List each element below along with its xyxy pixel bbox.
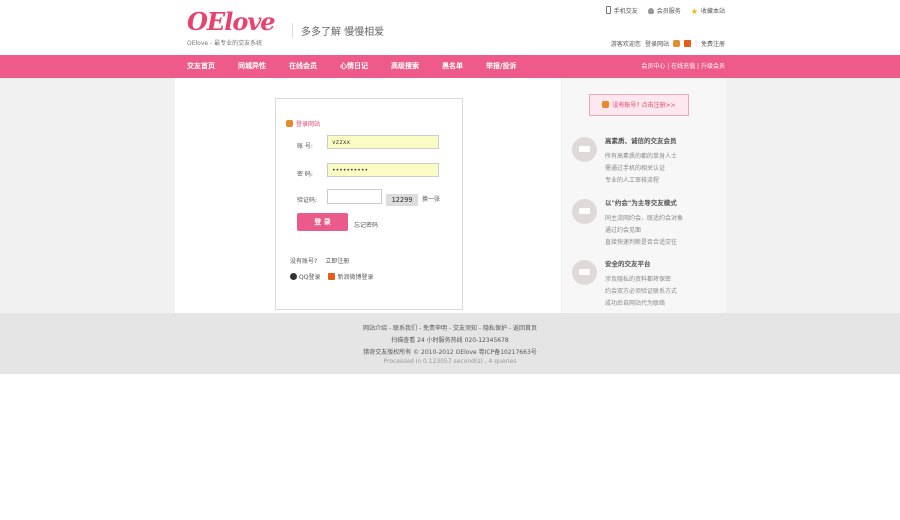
bookmark-label: 收藏本站 (700, 8, 725, 15)
oauth-row: QQ登录 新浪微博登录 (290, 272, 373, 281)
forgot-password-link[interactable]: 忘记密码 (354, 220, 378, 229)
member-service-link[interactable]: 会员服务 (647, 6, 681, 16)
feature-line: 需通过手机的相关认证 (605, 165, 666, 172)
sidebar-register-label: 没有账号? 点击注册>> (612, 102, 676, 109)
nav-item-online[interactable]: 在线会员 (289, 55, 317, 78)
guest-welcome: 游客欢迎您 (610, 41, 641, 48)
login-title-text: 登录网站 (296, 121, 321, 128)
no-account-row: 没有账号? 立即注册 (290, 256, 349, 265)
captcha-input[interactable] (327, 189, 382, 204)
weibo-icon (328, 273, 336, 280)
feature-title: 高素质、诚信的交友会员 (605, 137, 677, 145)
footer-hotline: 扫描查看 24 小时服务热线 020-12345678 (391, 337, 509, 344)
footer-links[interactable]: 网站介绍 - 联系我们 - 免责申明 - 交友须知 - 隐私保护 - 返回首页 (0, 323, 900, 332)
weibo-icon[interactable] (683, 40, 691, 47)
header-register-link[interactable]: 免费注册 (701, 39, 725, 48)
top-links: 手机交友 会员服务 ★ 收藏本站 (605, 6, 725, 16)
login-title: 登录网站 (286, 119, 320, 128)
graduation-cap-icon (572, 199, 597, 224)
captcha-label: 验证码: (297, 197, 318, 204)
login-column: 登录网站 账 号: vzzxx 密 码: •••••••••• 验证码: 122… (175, 78, 561, 313)
user-avatar-icon (672, 40, 680, 47)
login-button[interactable]: 登 录 (297, 213, 348, 231)
login-box: 登录网站 账 号: vzzxx 密 码: •••••••••• 验证码: 122… (275, 98, 463, 310)
graduation-cap-icon (572, 137, 597, 162)
phone-icon (605, 6, 611, 14)
weibo-login-label: 新浪微博登录 (337, 274, 374, 281)
register-now-link[interactable]: 立即注册 (325, 258, 349, 265)
content-panel: 登录网站 账 号: vzzxx 密 码: •••••••••• 验证码: 122… (175, 78, 726, 313)
bookmark-link[interactable]: ★ 收藏本站 (691, 6, 725, 16)
feature-line: 约会双方必须验证联系方式 (605, 288, 678, 295)
site-logo[interactable]: OElove (187, 10, 276, 34)
graduation-cap-icon (572, 260, 597, 285)
nav-items: 交友首页 同城异性 在线会员 心情日记 高级搜索 黑名单 举报/投诉 (187, 55, 540, 78)
logo-subtitle: OElove - 最专业的交友系统 (187, 40, 263, 47)
nav-item-search[interactable]: 高级搜索 (391, 55, 419, 78)
feature-line: 专业的人工审核流程 (605, 177, 660, 184)
user-icon (647, 8, 654, 14)
feature-title: 以"约会"为主导交友模式 (605, 199, 677, 207)
sidebar-register-button[interactable]: 没有账号? 点击注册>> (589, 94, 689, 116)
feature-line: 涉及隐私的资料都将保密 (605, 276, 672, 283)
password-label: 密 码: (297, 171, 313, 178)
nav-item-home[interactable]: 交友首页 (187, 55, 215, 78)
footer-copyright: 猎奇交友版权所有 © 2010-2012 OElove 粤ICP备1021766… (363, 349, 537, 356)
nav-member-links[interactable]: 会员中心 | 在线充值 | 升级会员 (641, 55, 725, 78)
feature-line: 直接快速判断是否合适交往 (605, 239, 678, 246)
captcha-image[interactable]: 12299 (386, 194, 418, 206)
feature-title: 安全的交友平台 (605, 260, 651, 268)
header-login-link[interactable]: 登录网站 (645, 39, 669, 48)
refresh-captcha-link[interactable]: 换一张 (422, 194, 440, 203)
no-account-text: 没有账号? (290, 258, 318, 265)
qq-icon (290, 273, 297, 280)
feature-line: 成功后自网站代为联络 (605, 300, 666, 307)
header-login-links: 游客欢迎您 登录网站 | 免费注册 (611, 39, 725, 48)
nav-item-report[interactable]: 举报/投诉 (486, 55, 517, 78)
main-nav: 交友首页 同城异性 在线会员 心情日记 高级搜索 黑名单 举报/投诉 会员中心 … (0, 55, 900, 78)
main-area: 登录网站 账 号: vzzxx 密 码: •••••••••• 验证码: 122… (0, 78, 900, 313)
info-sidebar: 没有账号? 点击注册>> 高素质、诚信的交友会员 所有高素质的都的单身人士 需通… (561, 78, 726, 313)
qq-login-label: QQ登录 (299, 274, 321, 281)
feature-line: 同主流网约会、既适约会对象 (605, 215, 684, 222)
account-label: 账 号: (297, 143, 313, 150)
mobile-link-label: 手机交友 (613, 8, 638, 15)
user-icon (602, 101, 610, 108)
nav-item-blacklist[interactable]: 黑名单 (442, 55, 463, 78)
site-header: OElove OElove - 最专业的交友系统 多多了解 慢慢相爱 手机交友 … (0, 0, 900, 55)
nav-item-diary[interactable]: 心情日记 (340, 55, 368, 78)
separator: | (694, 40, 697, 47)
nav-item-local[interactable]: 同城异性 (238, 55, 266, 78)
password-input[interactable]: •••••••••• (327, 163, 439, 177)
qq-login-link[interactable]: QQ登录 (290, 272, 320, 281)
weibo-login-link[interactable]: 新浪微博登录 (328, 272, 373, 281)
star-icon: ★ (690, 7, 698, 16)
user-icon (286, 120, 293, 127)
mobile-link[interactable]: 手机交友 (605, 6, 638, 16)
feature-line: 通过约会见面 (605, 227, 642, 234)
site-slogan: 多多了解 慢慢相爱 (292, 23, 384, 38)
footer-processed: Processed in 0.123057 second(s) , 4 quer… (383, 358, 517, 365)
feature-line: 所有高素质的都的单身人士 (605, 153, 678, 160)
member-service-label: 会员服务 (656, 8, 681, 15)
site-footer: 网站介绍 - 联系我们 - 免责申明 - 交友须知 - 隐私保护 - 返回首页 … (0, 313, 900, 374)
account-input[interactable]: vzzxx (327, 135, 439, 149)
